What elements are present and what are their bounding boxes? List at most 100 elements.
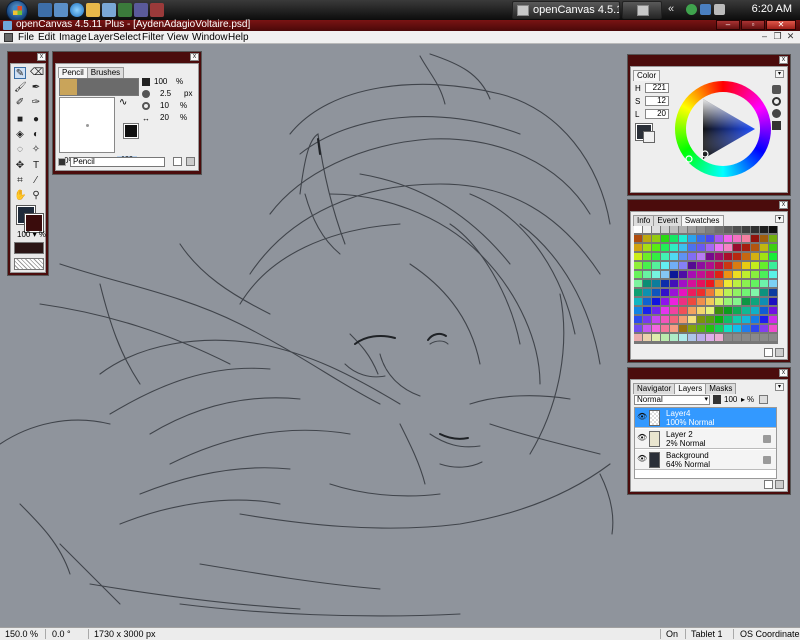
- swatch-cell[interactable]: [670, 244, 678, 251]
- color-mode-icon-3[interactable]: [772, 109, 781, 118]
- swatch-cell[interactable]: [679, 253, 687, 260]
- swatch-cell[interactable]: [742, 289, 750, 296]
- swatch-cell[interactable]: [661, 307, 669, 314]
- swatch-cell[interactable]: [679, 244, 687, 251]
- swatch-cell[interactable]: [706, 325, 714, 332]
- lock-transparency-icon[interactable]: [759, 395, 768, 404]
- swatch-cell[interactable]: [697, 289, 705, 296]
- swatch-cell[interactable]: [670, 334, 678, 341]
- network-icon[interactable]: [686, 4, 697, 15]
- swatch-cell[interactable]: [643, 316, 651, 323]
- menu-help[interactable]: Help: [228, 31, 249, 44]
- swatch-cell[interactable]: [688, 298, 696, 305]
- swatch-cell[interactable]: [634, 226, 642, 233]
- swatch-cell[interactable]: [706, 307, 714, 314]
- swatch-cell[interactable]: [733, 325, 741, 332]
- swatch-cell[interactable]: [679, 334, 687, 341]
- switch-windows-icon[interactable]: [54, 3, 68, 17]
- swatch-cell[interactable]: [724, 298, 732, 305]
- menu-edit[interactable]: Edit: [38, 31, 55, 44]
- menu-image[interactable]: Image: [59, 31, 87, 44]
- color-panel-menu-icon[interactable]: ▾: [775, 70, 784, 78]
- menu-filter[interactable]: Filter: [142, 31, 164, 44]
- swatch-cell[interactable]: [634, 325, 642, 332]
- swatch-cell[interactable]: [688, 235, 696, 242]
- tab-pencil[interactable]: Pencil: [58, 67, 88, 78]
- layer-row-layer4[interactable]: 👁 Layer4 100% Normal: [635, 408, 776, 428]
- swatch-cell[interactable]: [733, 280, 741, 287]
- swatch-cell[interactable]: [715, 325, 723, 332]
- swatch-cell[interactable]: [769, 262, 777, 269]
- swatch-cell[interactable]: [634, 334, 642, 341]
- swatch-cell[interactable]: [643, 325, 651, 332]
- swatch-cell[interactable]: [679, 316, 687, 323]
- swatch-cell[interactable]: [742, 280, 750, 287]
- swatch-cell[interactable]: [706, 262, 714, 269]
- swatch-cell[interactable]: [661, 334, 669, 341]
- swatch-cell[interactable]: [661, 298, 669, 305]
- swatch-cell[interactable]: [715, 334, 723, 341]
- swatch-cell[interactable]: [652, 235, 660, 242]
- swatch-cell[interactable]: [697, 244, 705, 251]
- minimize-button[interactable]: –: [716, 20, 740, 30]
- swatch-cell[interactable]: [751, 280, 759, 287]
- swatch-cell[interactable]: [724, 244, 732, 251]
- swatch-cell[interactable]: [688, 253, 696, 260]
- swatch-cell[interactable]: [670, 253, 678, 260]
- swatch-cell[interactable]: [652, 244, 660, 251]
- color-panel-close-icon[interactable]: x: [779, 56, 788, 64]
- swatch-cell[interactable]: [769, 325, 777, 332]
- pencil-presets-strip[interactable]: [59, 78, 139, 96]
- swatch-cell[interactable]: [697, 253, 705, 260]
- swatch-cell[interactable]: [769, 235, 777, 242]
- swatch-cell[interactable]: [733, 235, 741, 242]
- doc-close-icon[interactable]: ✕: [785, 32, 796, 42]
- swatch-cell[interactable]: [742, 307, 750, 314]
- swatch-cell[interactable]: [688, 316, 696, 323]
- lightness-field[interactable]: 20: [645, 109, 669, 119]
- layer-opacity-value[interactable]: 100: [724, 395, 737, 404]
- clock[interactable]: 6:20 AM: [752, 3, 792, 15]
- fill-rect-tool-icon[interactable]: ■: [14, 114, 26, 126]
- swatch-cell[interactable]: [742, 235, 750, 242]
- swatch-cell[interactable]: [688, 325, 696, 332]
- swatch-cell[interactable]: [715, 235, 723, 242]
- tool-palette-close-icon[interactable]: x: [37, 53, 46, 61]
- swatch-cell[interactable]: [733, 298, 741, 305]
- tab-masks[interactable]: Masks: [705, 383, 737, 394]
- tab-info[interactable]: Info: [633, 215, 655, 226]
- visibility-eye-icon[interactable]: 👁: [637, 455, 647, 463]
- swatch-cell[interactable]: [733, 262, 741, 269]
- swatch-cell[interactable]: [760, 316, 768, 323]
- color-triangle[interactable]: [675, 81, 771, 177]
- swatch-cell[interactable]: [706, 280, 714, 287]
- opacity-value[interactable]: 100: [154, 77, 167, 86]
- swatch-cell[interactable]: [634, 316, 642, 323]
- swatch-cell[interactable]: [742, 298, 750, 305]
- hand-tool-icon[interactable]: ✋: [14, 190, 26, 202]
- swatches-menu-icon[interactable]: ▾: [775, 215, 784, 223]
- swatch-cell[interactable]: [706, 226, 714, 233]
- layer-opacity-arrow[interactable]: ▸: [741, 395, 745, 404]
- layer-row-background[interactable]: 👁 Background 64% Normal: [635, 450, 776, 470]
- delete-preset-icon[interactable]: [186, 157, 195, 166]
- crop-tool-icon[interactable]: ⌗: [14, 175, 26, 187]
- tab-color[interactable]: Color: [633, 70, 661, 81]
- tab-event[interactable]: Event: [653, 215, 682, 226]
- swatch-cell[interactable]: [643, 280, 651, 287]
- swatch-cell[interactable]: [652, 316, 660, 323]
- swatch-cell[interactable]: [751, 307, 759, 314]
- swatch-cell[interactable]: [724, 271, 732, 278]
- swatch-cell[interactable]: [697, 235, 705, 242]
- new-layer-icon[interactable]: [764, 480, 773, 489]
- bucket-tool-icon[interactable]: ◈: [14, 129, 26, 141]
- swatch-cell[interactable]: [661, 280, 669, 287]
- color-mode-icon-4[interactable]: [772, 121, 781, 130]
- swatch-cell[interactable]: [733, 271, 741, 278]
- tray-expand-icon[interactable]: «: [668, 3, 674, 15]
- text-tool-icon[interactable]: T: [30, 160, 42, 172]
- swatch-cell[interactable]: [661, 253, 669, 260]
- delete-layer-icon[interactable]: [775, 480, 784, 489]
- swatch-cell[interactable]: [715, 253, 723, 260]
- swatches-panel-close-icon[interactable]: x: [779, 201, 788, 209]
